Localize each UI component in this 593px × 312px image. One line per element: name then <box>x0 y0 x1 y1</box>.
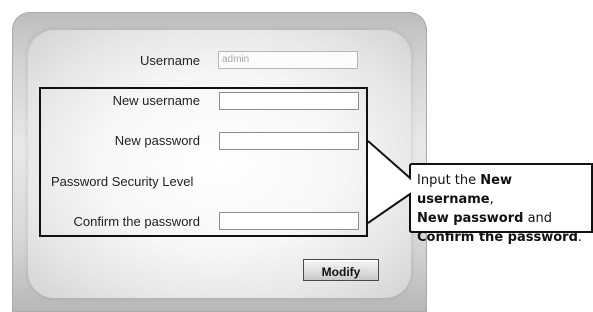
confirm-password-label: Confirm the password <box>73 214 200 229</box>
modify-button[interactable]: Modify <box>303 259 379 281</box>
screenshot-stage: Username New username New password Passw… <box>0 0 593 312</box>
new-username-field[interactable] <box>219 92 359 110</box>
callout-new-password: New password <box>417 211 524 226</box>
callout-prefix: Input the <box>417 173 481 188</box>
settings-panel-inner <box>28 30 411 298</box>
callout-period: . <box>577 230 583 245</box>
new-password-field[interactable] <box>219 132 359 150</box>
new-username-label: New username <box>112 93 200 108</box>
username-field[interactable] <box>218 51 358 69</box>
confirm-password-field[interactable] <box>219 212 359 230</box>
callout-comma: , <box>489 192 494 207</box>
callout-and: and <box>523 211 553 226</box>
new-password-label: New password <box>114 133 200 148</box>
callout-text: Input the New username, New password and… <box>417 171 589 247</box>
password-security-level-label: Password Security Level <box>51 174 194 189</box>
callout-confirm-password: Confirm the password <box>417 230 578 245</box>
username-label: Username <box>140 53 200 68</box>
